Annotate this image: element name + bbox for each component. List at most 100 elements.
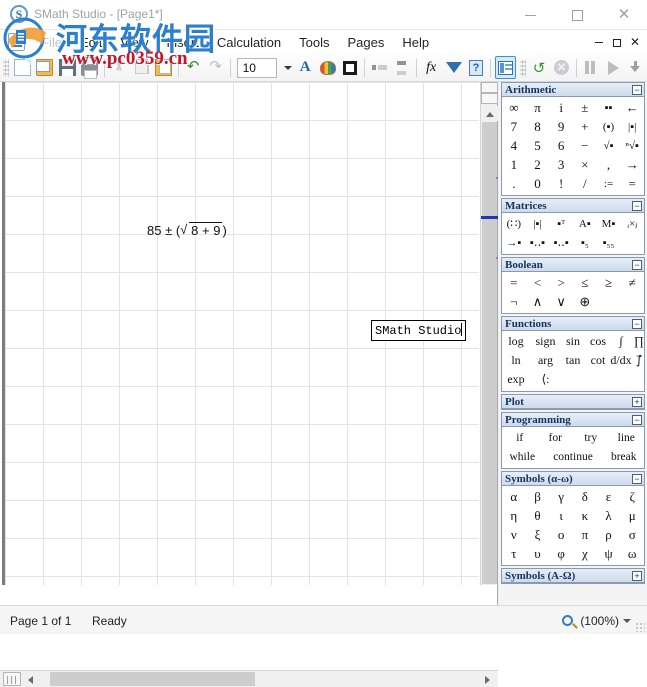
palette-group-header[interactable]: Functions − — [502, 317, 644, 331]
palette-group-header[interactable]: Symbols (A-Ω) + — [502, 569, 644, 583]
palette-group-header[interactable]: Programming − — [502, 413, 644, 427]
window-maximize-button[interactable] — [554, 0, 600, 30]
menu-item-help[interactable]: Help — [393, 32, 438, 53]
redo-button[interactable]: ↷ — [205, 56, 225, 79]
inner-window-close-button[interactable]: ✕ — [626, 32, 644, 52]
palette-button[interactable]: ▪₅ — [573, 233, 597, 252]
recalculate-button[interactable]: ↺ — [529, 56, 549, 79]
inner-window-maximize-button[interactable] — [608, 32, 626, 52]
scroll-right-arrow-icon[interactable] — [481, 671, 496, 687]
palette-button[interactable]: ± — [573, 98, 597, 117]
background-color-button[interactable] — [317, 56, 337, 79]
palette-button[interactable]: × — [573, 155, 597, 174]
horizontal-scroll-thumb[interactable] — [50, 672, 255, 686]
font-size-combobox[interactable]: 10 — [236, 57, 292, 78]
palette-button[interactable]: η — [502, 506, 526, 525]
scroll-up-arrow-icon[interactable] — [481, 106, 498, 121]
menu-item-view[interactable]: View — [111, 32, 157, 53]
palette-button[interactable]: ∨ — [549, 292, 573, 311]
palette-button[interactable]: ¬ — [502, 292, 526, 311]
toolbar-grip[interactable] — [3, 58, 9, 77]
palette-button[interactable]: M▪ — [597, 214, 621, 233]
palette-button[interactable]: ⁿ√▪ — [620, 136, 644, 155]
palette-group-header[interactable]: Boolean − — [502, 258, 644, 272]
palette-button[interactable]: π — [573, 525, 597, 544]
palette-button[interactable]: ξ — [526, 525, 550, 544]
canvas-vertical-scrollbar[interactable] — [480, 82, 498, 585]
palette-button[interactable]: 0 — [526, 174, 550, 193]
palette-button[interactable]: σ — [620, 525, 644, 544]
menu-item-edit[interactable]: Edit — [71, 32, 111, 53]
text-region[interactable]: SMath Studio — [371, 320, 467, 341]
function-button[interactable]: fx — [421, 56, 441, 79]
palette-button[interactable]: |▪| — [526, 214, 550, 233]
copy-button[interactable] — [131, 56, 151, 79]
canvas-horizontal-scrollbar[interactable] — [0, 670, 498, 687]
menu-item-insert[interactable]: Insert — [157, 32, 208, 53]
palette-button[interactable]: γ — [549, 487, 573, 506]
palette-group-header[interactable]: Matrices − — [502, 199, 644, 213]
palette-button[interactable]: A▪ — [573, 214, 597, 233]
palette-button[interactable]: 7 — [502, 117, 526, 136]
palette-button[interactable]: arg — [530, 351, 561, 370]
chevron-down-icon[interactable] — [623, 619, 631, 623]
window-minimize-button[interactable] — [507, 0, 553, 30]
palette-button[interactable]: 3 — [549, 155, 573, 174]
chevron-down-icon[interactable] — [283, 65, 292, 70]
palette-button[interactable]: − — [573, 136, 597, 155]
palette-button[interactable]: ζ — [620, 487, 644, 506]
palette-button[interactable]: ! — [549, 174, 573, 193]
palette-button[interactable]: 8 — [526, 117, 550, 136]
menu-item-calculation[interactable]: Calculation — [208, 32, 290, 53]
palette-button[interactable]: ρ — [597, 525, 621, 544]
palette-button[interactable]: ω — [620, 544, 644, 563]
palette-button[interactable]: / — [573, 174, 597, 193]
collapse-toggle-icon[interactable]: − — [632, 201, 642, 211]
palette-button[interactable]: ᵢ×ⱼ — [620, 214, 644, 233]
palette-button[interactable]: ▪ᵀ — [549, 214, 573, 233]
palette-button[interactable]: := — [597, 174, 621, 193]
palette-button[interactable]: |▪| — [620, 117, 644, 136]
palette-button[interactable]: ← — [620, 98, 644, 117]
magnifier-icon[interactable] — [562, 615, 573, 626]
run-button[interactable] — [603, 56, 623, 79]
palette-button[interactable]: ο — [549, 525, 573, 544]
palette-button[interactable]: ≥ — [597, 273, 621, 292]
palette-button[interactable]: (∷) — [502, 214, 526, 233]
palette-button[interactable]: 9 — [549, 117, 573, 136]
palette-button[interactable]: ▪‥▪ — [549, 233, 573, 252]
palette-button[interactable]: → — [620, 155, 644, 174]
palette-button[interactable]: ln — [502, 351, 530, 370]
palette-button[interactable]: α — [502, 487, 526, 506]
palette-button[interactable]: δ — [573, 487, 597, 506]
palette-button[interactable]: 4 — [502, 136, 526, 155]
palette-button[interactable] — [620, 292, 644, 311]
palette-button[interactable]: √▪ — [597, 136, 621, 155]
palette-button[interactable]: ∏ — [631, 332, 647, 351]
palette-button[interactable]: 2 — [526, 155, 550, 174]
palette-button[interactable]: χ — [573, 544, 597, 563]
palette-button[interactable]: μ — [620, 506, 644, 525]
palette-button[interactable] — [620, 233, 644, 252]
step-button[interactable] — [626, 56, 646, 79]
inner-window-minimize-button[interactable] — [590, 32, 608, 52]
palette-button[interactable]: line — [609, 428, 645, 447]
collapse-toggle-icon[interactable]: − — [632, 260, 642, 270]
border-button[interactable] — [340, 56, 360, 79]
palette-button[interactable]: log — [502, 332, 530, 351]
palette-button[interactable]: if — [502, 428, 538, 447]
paste-button[interactable] — [154, 56, 174, 79]
palette-button[interactable]: cos — [585, 332, 611, 351]
math-expression[interactable]: 85 ± (√ 8 + 9) — [147, 222, 227, 238]
reference-button[interactable]: ? — [466, 56, 486, 79]
palette-button[interactable]: , — [597, 155, 621, 174]
palette-button[interactable]: tan — [561, 351, 585, 370]
palette-button[interactable]: > — [549, 273, 573, 292]
palette-button[interactable]: π — [526, 98, 550, 117]
palette-button[interactable]: . — [502, 174, 526, 193]
expand-toggle-icon[interactable]: + — [632, 397, 642, 407]
palette-button[interactable]: ▪▪ — [597, 98, 621, 117]
palette-button[interactable]: ⊕ — [573, 292, 597, 311]
palette-button[interactable]: φ — [549, 544, 573, 563]
palette-button[interactable]: κ — [573, 506, 597, 525]
